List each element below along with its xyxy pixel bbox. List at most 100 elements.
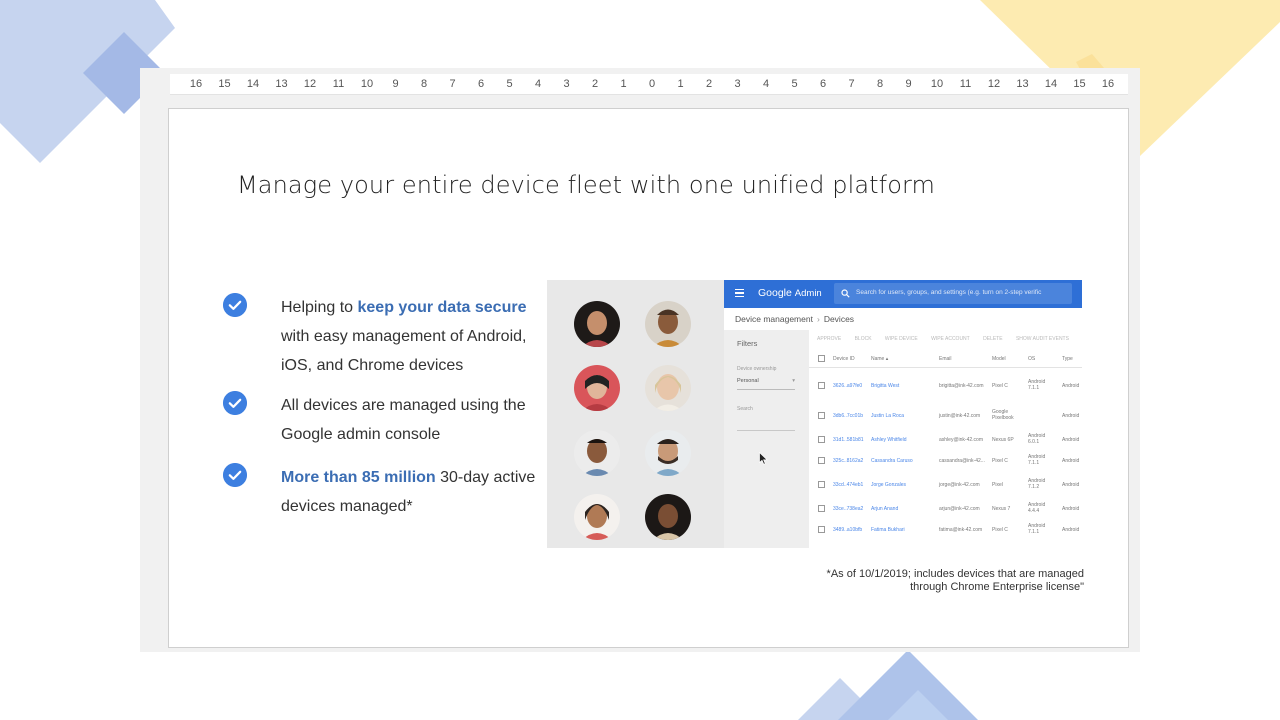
filters-panel: Filters Device ownership Personal ▾ Searc…: [724, 330, 809, 548]
row-checkbox[interactable]: [818, 505, 825, 512]
wipe-account-button[interactable]: WIPE ACCOUNT: [931, 336, 970, 342]
hamburger-menu-icon[interactable]: [735, 289, 744, 298]
filter-ownership-select[interactable]: Personal ▾: [737, 378, 795, 390]
slide[interactable]: Manage your entire device fleet with one…: [168, 108, 1129, 648]
bullet-text[interactable]: All devices are managed using the Google…: [281, 391, 536, 449]
google-admin-window: Google Admin Search for users, groups, a…: [724, 280, 1082, 548]
person-avatar: [574, 365, 620, 411]
show-audit-events-button[interactable]: SHOW AUDIT EVENTS: [1016, 336, 1069, 342]
column-header[interactable]: Email: [939, 356, 952, 362]
checkmark-icon: [223, 463, 247, 487]
row-checkbox[interactable]: [818, 481, 825, 488]
filter-ownership-label: Device ownership: [737, 366, 777, 372]
footnote-line: through Chrome Enterprise license": [910, 581, 1084, 593]
footnote-line: *As of 10/1/2019; includes devices that …: [826, 568, 1084, 580]
device-id-link[interactable]: 3626..a97fe0: [833, 383, 862, 389]
device-model: Pixel: [992, 482, 1003, 488]
ruler-tick: 13: [1016, 78, 1029, 90]
ruler-tick: 5: [791, 78, 798, 90]
device-name-link[interactable]: Fatima Bukhari: [871, 527, 905, 533]
row-checkbox[interactable]: [818, 412, 825, 419]
admin-console-screenshot[interactable]: Google Admin Search for users, groups, a…: [547, 280, 1082, 548]
device-id-link[interactable]: 3489..a10bfb: [833, 527, 862, 533]
device-model: Google Pixelbook: [992, 409, 1014, 421]
block-button[interactable]: BLOCK: [855, 336, 872, 342]
ruler-tick: 15: [218, 78, 231, 90]
ruler-tick: 8: [420, 78, 428, 90]
device-model: Pixel C: [992, 527, 1008, 533]
device-model: Nexus 7: [992, 506, 1011, 512]
device-id-link[interactable]: 31d1..581b81: [833, 437, 864, 443]
person-avatar: [574, 430, 620, 476]
column-header[interactable]: Name ▴: [871, 356, 888, 362]
device-type: Android: [1062, 383, 1080, 389]
ruler-tick: 10: [930, 78, 944, 90]
person-avatar: [574, 301, 620, 347]
device-model: Pixel C: [992, 458, 1008, 464]
ruler-tick: 16: [189, 78, 203, 90]
logo-admin: Admin: [794, 288, 822, 299]
device-os: Android 7.1.2: [1028, 478, 1046, 490]
row-checkbox[interactable]: [818, 436, 825, 443]
device-os: Android 6.0.1: [1028, 433, 1046, 445]
ruler-tick: 1: [620, 78, 627, 90]
device-model: Pixel C: [992, 383, 1008, 389]
wipe-device-button[interactable]: WIPE DEVICE: [885, 336, 918, 342]
device-name-link[interactable]: Ashley Whitfield: [871, 437, 907, 443]
filter-ownership-value: Personal: [737, 378, 759, 384]
ruler-tick: 12: [303, 78, 317, 90]
footnote[interactable]: *As of 10/1/2019; includes devices that …: [827, 568, 1084, 594]
ruler-tick: 2: [705, 78, 713, 90]
device-id-link[interactable]: 33cd..474eb1: [833, 482, 863, 488]
row-checkbox[interactable]: [818, 457, 825, 464]
person-avatar: [645, 365, 691, 411]
select-all-checkbox[interactable]: [818, 355, 825, 362]
column-header[interactable]: OS: [1028, 356, 1035, 362]
bullet-text[interactable]: More than 85 million 30-day active devic…: [281, 463, 536, 521]
filter-search-input[interactable]: [737, 430, 795, 431]
device-name-link[interactable]: Arjun Anand: [871, 506, 898, 512]
column-header[interactable]: Model: [992, 356, 1006, 362]
device-email: brigitta@ink-42.com: [939, 383, 984, 389]
slide-title[interactable]: Manage your entire device fleet with one…: [237, 171, 935, 199]
ruler-tick: 7: [848, 78, 855, 90]
column-header[interactable]: Type: [1062, 356, 1073, 362]
bullet-text-plain: with easy management of Android, iOS, an…: [281, 328, 527, 374]
admin-search-input[interactable]: Search for users, groups, and settings (…: [834, 283, 1072, 304]
ruler-tick: 0: [648, 78, 656, 90]
ruler-tick: 15: [1073, 78, 1086, 90]
breadcrumb-device-management[interactable]: Device management: [735, 314, 813, 324]
horizontal-ruler[interactable]: 16 15 14 13 12 11 10 9 8 7 6 5 4 3 2 1 0…: [170, 74, 1128, 95]
row-checkbox[interactable]: [818, 526, 825, 533]
device-id-link[interactable]: 33ce..738ea2: [833, 506, 863, 512]
filters-title: Filters: [737, 339, 758, 348]
ruler-tick: 3: [563, 78, 570, 90]
bullet-text[interactable]: Helping to keep your data secure with ea…: [281, 293, 536, 380]
breadcrumb: Device management › Devices: [735, 314, 854, 324]
device-os: Android 7.1.1: [1028, 523, 1046, 535]
ruler-tick: 5: [506, 78, 513, 90]
device-name-link[interactable]: Jorge Gonzales: [871, 482, 906, 488]
bullet-highlight: More than 85 million: [281, 469, 436, 486]
ruler-tick: 4: [534, 78, 542, 90]
bullet-highlight: keep your data secure: [357, 299, 527, 316]
google-admin-logo[interactable]: Google Admin: [758, 287, 822, 299]
device-name-link[interactable]: Cassandra Caruso: [871, 458, 913, 464]
search-icon: [841, 289, 850, 298]
ruler-tick: 11: [332, 78, 345, 90]
device-os: Android 7.1.1: [1028, 454, 1046, 466]
device-id-link[interactable]: 3db6..7cc01b: [833, 413, 863, 419]
device-email: cassandra@ink-42...: [939, 458, 985, 464]
device-type: Android: [1062, 506, 1080, 512]
ruler-tick: 9: [392, 78, 399, 90]
delete-button[interactable]: DELETE: [983, 336, 1002, 342]
row-checkbox[interactable]: [818, 382, 825, 389]
device-name-link[interactable]: Justin La Roca: [871, 413, 904, 419]
logo-google: Google: [758, 287, 792, 299]
column-header[interactable]: Device ID: [833, 356, 855, 362]
device-type: Android: [1062, 413, 1080, 419]
ruler-tick: 7: [449, 78, 456, 90]
device-name-link[interactable]: Brigitta West: [871, 383, 899, 389]
approve-button[interactable]: APPROVE: [817, 336, 841, 342]
device-id-link[interactable]: 325c..8162a2: [833, 458, 863, 464]
